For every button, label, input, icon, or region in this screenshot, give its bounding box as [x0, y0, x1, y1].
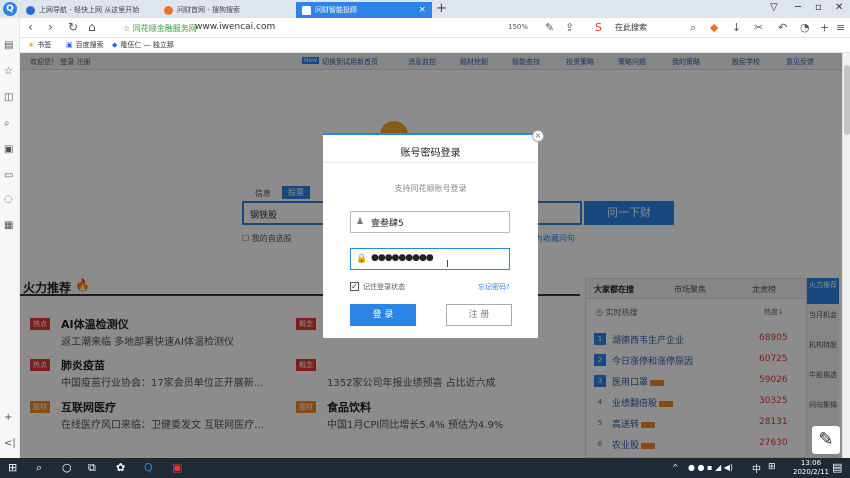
- tools-icon[interactable]: ▭: [4, 170, 13, 181]
- password-field[interactable]: 🔒 ●●●●●●●●●: [350, 248, 510, 270]
- cut-icon[interactable]: ✂: [754, 21, 763, 34]
- notification-icon[interactable]: ▤: [832, 461, 842, 474]
- cortana-icon[interactable]: ○: [62, 461, 72, 474]
- tab-iwencai[interactable]: 问财智能投顾 ×: [296, 2, 432, 18]
- bookmark-label: 隆伍仁 — 独立那: [120, 41, 174, 49]
- star-icon: ★: [28, 41, 35, 49]
- close-tab-icon[interactable]: ×: [418, 5, 426, 15]
- user-icon: ♟: [356, 217, 365, 227]
- url-input[interactable]: www.iwencai.com: [195, 22, 275, 32]
- tray-up-icon[interactable]: ^: [672, 463, 679, 472]
- browser-tab-bar: 上网导航 - 轻快上网 从这里开始 问财首网 - 搜狗搜索 问财智能投顾 × +…: [0, 0, 850, 18]
- tab-label: 问财智能投顾: [315, 6, 357, 14]
- bookmark-item[interactable]: ★ 书签: [28, 40, 51, 50]
- browser-icon: [26, 5, 35, 15]
- tab-search[interactable]: 问财首网 - 搜狗搜索: [158, 2, 298, 18]
- undo-icon[interactable]: ↶: [778, 21, 787, 34]
- history-icon[interactable]: ◫: [4, 92, 13, 103]
- download-icon[interactable]: ↓: [732, 21, 741, 34]
- ime-indicator[interactable]: 中: [752, 462, 761, 475]
- login-dialog: × 账号密码登录 支持同花顺账号登录 ♟ 壹叁肆5 🔒 ●●●●●●●●● I …: [323, 130, 544, 338]
- back-icon[interactable]: ‹: [28, 20, 33, 34]
- keyboard-icon[interactable]: ⊞: [768, 462, 776, 472]
- bookmark-label: 书签: [37, 41, 52, 49]
- sogou-search-icon[interactable]: S: [595, 21, 602, 34]
- close-icon[interactable]: ×: [532, 130, 544, 142]
- search-engine-input[interactable]: 在此搜索: [615, 22, 647, 33]
- note-icon[interactable]: ▣: [4, 144, 13, 155]
- browser-icon[interactable]: Q: [144, 461, 153, 474]
- lock-icon: 🔒: [356, 254, 368, 264]
- share-icon[interactable]: ⇪: [565, 21, 574, 34]
- home-icon[interactable]: ⌂: [88, 20, 96, 34]
- menu-icon[interactable]: ≡: [836, 21, 845, 34]
- clock-date: 2020/2/11: [793, 468, 829, 476]
- search-icon[interactable]: ⌕: [36, 461, 42, 475]
- app-icon[interactable]: ▦: [4, 220, 13, 231]
- baidu-icon: ▣: [66, 41, 73, 49]
- collapse-icon[interactable]: <|: [4, 438, 16, 449]
- site-identity[interactable]: ☆ 同花顺金融服务网: [123, 23, 197, 34]
- search-icon[interactable]: ⌕: [4, 118, 10, 129]
- tray-icons[interactable]: ● ● ▪ ◢ ◀): [688, 463, 733, 472]
- username-field[interactable]: ♟ 壹叁肆5: [350, 211, 510, 233]
- maximize-icon[interactable]: ▫: [815, 2, 822, 13]
- forgot-password-link[interactable]: 忘记密码?: [478, 282, 510, 292]
- tab-label: 上网导航 - 轻快上网 从这里开始: [39, 6, 140, 14]
- game-icon[interactable]: ◆: [710, 21, 718, 34]
- text-cursor-icon: I: [446, 259, 449, 270]
- minimize-icon[interactable]: ─: [795, 2, 801, 13]
- pen-icon[interactable]: ✎: [812, 426, 840, 454]
- page-scrollbar[interactable]: [842, 53, 850, 458]
- task-view-icon[interactable]: ⧉: [88, 461, 96, 475]
- windows-start-icon[interactable]: ⊞: [8, 461, 17, 474]
- app-red-icon[interactable]: ▣: [172, 461, 182, 474]
- sogou-icon: [164, 5, 173, 15]
- security-icon[interactable]: ✎: [545, 21, 554, 34]
- star-icon[interactable]: ☆: [4, 66, 13, 77]
- clock-time: 13:06: [800, 459, 822, 467]
- scroll-thumb[interactable]: [844, 65, 850, 135]
- bookmark-item[interactable]: ◆ 隆伍仁 — 独立那: [112, 40, 174, 50]
- bookmark-item[interactable]: ▣ 百度搜索: [66, 40, 104, 50]
- magnifier-icon[interactable]: ⌕: [690, 21, 696, 35]
- browser-sidebar: ▤ ☆ ◫ ⌕ ▣ ▭ ◌ ▦ + <|: [0, 18, 20, 458]
- skin-icon[interactable]: ▽: [770, 2, 778, 13]
- add-icon[interactable]: +: [4, 412, 12, 423]
- divider: [323, 162, 538, 163]
- dialog-title: 账号密码登录: [400, 148, 461, 159]
- remember-checkbox[interactable]: ✓: [350, 282, 359, 291]
- clock[interactable]: 13:06 2020/2/11: [793, 459, 829, 477]
- page-icon: [302, 5, 311, 15]
- app-icon[interactable]: ✿: [116, 461, 125, 474]
- chat-icon[interactable]: ◌: [4, 194, 13, 205]
- taskbar: ⊞ ⌕ ○ ⧉ ✿ Q ▣ ^ ● ● ▪ ◢ ◀) 中 ⊞ 13:06 202…: [0, 458, 850, 478]
- new-tab-button[interactable]: +: [436, 1, 447, 16]
- dialog-subtitle: 支持同花顺账号登录: [394, 184, 467, 193]
- sync-icon[interactable]: ◔: [800, 21, 810, 34]
- username-value: 壹叁肆5: [371, 219, 404, 229]
- register-button[interactable]: 注 册: [446, 304, 512, 326]
- bookmark-icon: ◆: [112, 41, 118, 49]
- close-window-icon[interactable]: ✕: [835, 2, 843, 13]
- tab-navigation[interactable]: 上网导航 - 轻快上网 从这里开始: [20, 2, 160, 18]
- zoom-level[interactable]: 150%: [508, 23, 528, 31]
- remember-label: 记住登录状态: [363, 283, 405, 291]
- password-value: ●●●●●●●●●: [371, 253, 434, 263]
- bookmark-label: 百度搜索: [75, 41, 104, 49]
- calendar-icon[interactable]: ▤: [4, 40, 13, 51]
- bookmarks-bar: ★ 书签 ▣ 百度搜索 ◆ 隆伍仁 — 独立那: [20, 38, 850, 53]
- tab-label: 问财首网 - 搜狗搜索: [177, 6, 240, 14]
- login-button[interactable]: 登 录: [350, 304, 416, 326]
- reload-icon[interactable]: ↻: [68, 20, 78, 34]
- forward-icon[interactable]: ›: [48, 20, 53, 34]
- address-bar: ‹ › ↻ ⌂ ☆ 同花顺金融服务网 www.iwencai.com 150% …: [20, 18, 850, 38]
- plus-icon[interactable]: +: [820, 21, 829, 34]
- browser-logo-icon[interactable]: Q: [3, 2, 17, 16]
